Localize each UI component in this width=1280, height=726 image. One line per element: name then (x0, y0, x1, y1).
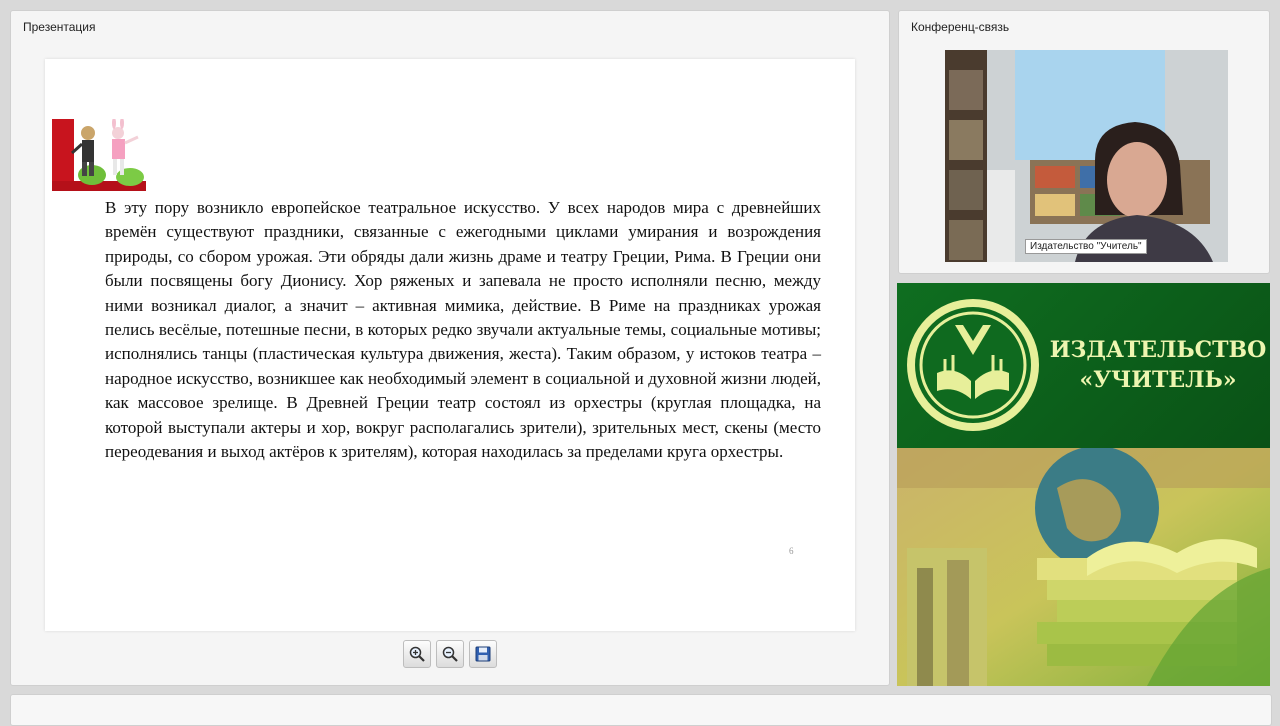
video-participant-label: Издательство "Учитель" (1025, 239, 1147, 254)
banner-books-image (897, 446, 1270, 686)
publisher-banner: ИЗДАТЕЛЬСТВО «УЧИТЕЛЬ» (897, 283, 1270, 686)
zoom-in-icon (409, 646, 425, 662)
slide-page-number: 6 (789, 546, 794, 556)
slide-text: В эту пору возникло европейское театраль… (105, 198, 821, 462)
bottom-panel (10, 694, 1272, 726)
zoom-out-icon (442, 646, 458, 662)
banner-header: ИЗДАТЕЛЬСТВО «УЧИТЕЛЬ» (897, 283, 1270, 448)
publisher-name: ИЗДАТЕЛЬСТВО «УЧИТЕЛЬ» (1047, 335, 1269, 395)
video-feed[interactable]: Издательство "Учитель" (945, 50, 1228, 262)
save-icon (475, 646, 491, 662)
publisher-logo-icon (907, 299, 1039, 431)
presentation-panel: Презентация В эту пору возникло европейс… (10, 10, 890, 686)
presentation-title: Презентация (23, 20, 96, 34)
save-button[interactable] (469, 640, 497, 668)
slide-clowns-image (52, 119, 146, 191)
zoom-out-button[interactable] (436, 640, 464, 668)
zoom-in-button[interactable] (403, 640, 431, 668)
slide-canvas: В эту пору возникло европейское театраль… (45, 59, 855, 631)
publisher-name-line1: ИЗДАТЕЛЬСТВО (1049, 337, 1267, 363)
conference-panel: Конференц-связь Издательство "Учитель" (898, 10, 1270, 274)
publisher-name-line2: «УЧИТЕЛЬ» (1079, 367, 1237, 393)
webcam-image (945, 50, 1228, 262)
books-globe-image (897, 446, 1270, 686)
conference-title: Конференц-связь (911, 20, 1010, 34)
